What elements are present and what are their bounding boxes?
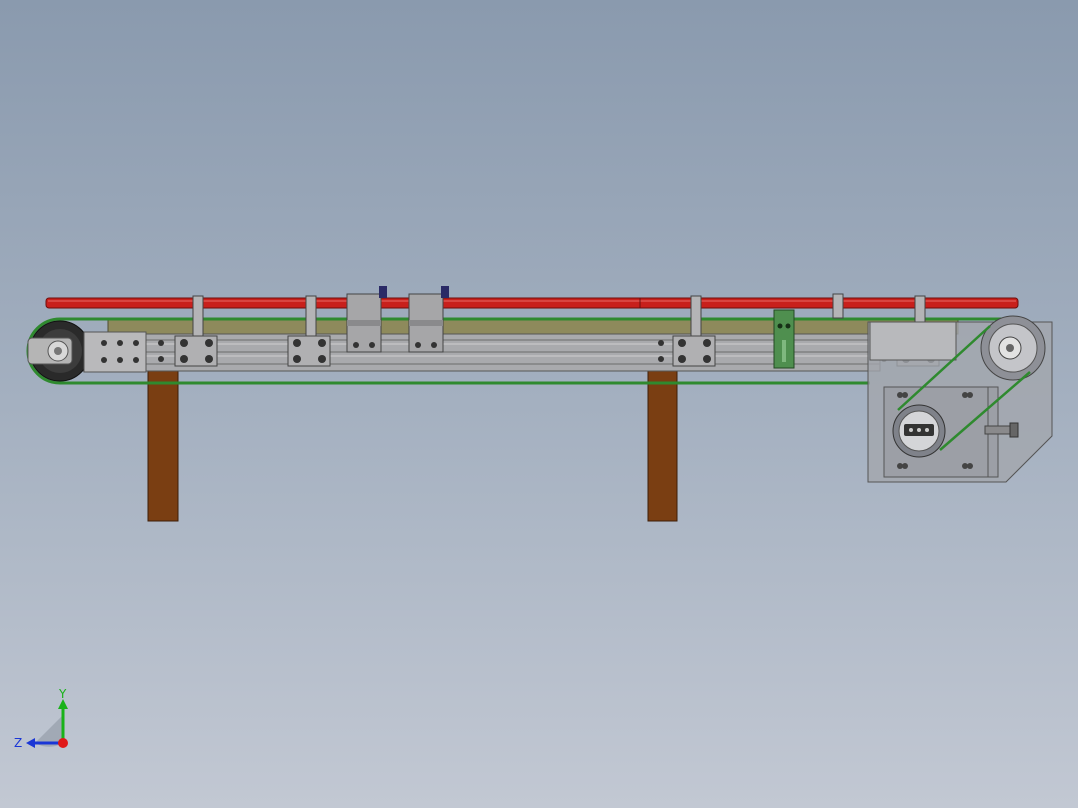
drive-pulley [980, 315, 1046, 381]
mount-block [773, 309, 795, 369]
drive-unit [867, 315, 1053, 483]
z-axis-label: Z [14, 736, 22, 750]
motor-pulley [892, 404, 946, 458]
motor-plate [869, 321, 957, 361]
y-axis-label: Y [58, 687, 67, 701]
coordinate-triad-icon: Y Z [14, 687, 68, 750]
end-plate [83, 331, 147, 373]
guide-rail [45, 297, 1019, 309]
cad-viewport[interactable]: Y Z [0, 0, 1078, 808]
conveyor-model[interactable] [0, 0, 1078, 808]
